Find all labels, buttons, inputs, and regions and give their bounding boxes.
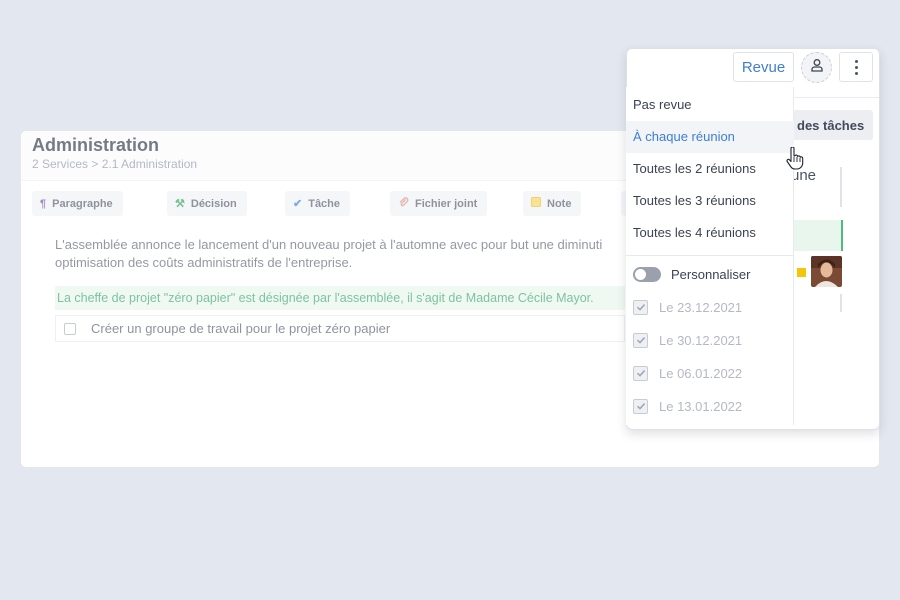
date-option: Le 13.01.2022: [633, 397, 742, 415]
option-pas-revue[interactable]: Pas revue: [626, 89, 794, 121]
date-label: Le 06.01.2022: [659, 365, 743, 381]
personnaliser-row[interactable]: Personnaliser: [633, 265, 751, 283]
note-marker: [797, 268, 806, 277]
option-toutes-les-3-reunions[interactable]: Toutes les 3 réunions: [626, 185, 794, 217]
task-label: Créer un groupe de travail pour le proje…: [91, 321, 391, 336]
paragraph-line: optimisation des coûts administratifs de…: [55, 255, 353, 270]
vertical-dots-icon: [854, 59, 858, 75]
option-a-chaque-reunion[interactable]: À chaque réunion: [626, 121, 794, 153]
paragraph-block[interactable]: L'assemblée annonce le lancement d'un no…: [55, 236, 645, 272]
check-icon: ✔: [293, 198, 303, 210]
revue-button[interactable]: Revue: [733, 52, 794, 82]
decision-highlight: [791, 220, 843, 251]
user-avatar[interactable]: [811, 256, 842, 287]
personnaliser-toggle[interactable]: [633, 266, 661, 282]
assign-user-button[interactable]: [801, 52, 832, 83]
review-frequency-dropdown: Pas revue À chaque réunion Toutes les 2 …: [626, 87, 794, 425]
decision-button[interactable]: ⚒ Décision: [167, 191, 247, 216]
date-label: Le 13.01.2022: [659, 398, 743, 414]
personnaliser-label: Personnaliser: [671, 266, 751, 282]
checkbox-checked-icon: [633, 398, 648, 414]
task-button-label: Tâche: [308, 197, 341, 210]
option-toutes-les-2-reunions[interactable]: Toutes les 2 réunions: [626, 153, 794, 185]
dropdown-divider: [626, 255, 794, 256]
breadcrumb[interactable]: 2 Services > 2.1 Administration: [32, 157, 197, 171]
checkbox-checked-icon: [633, 299, 648, 315]
date-option: Le 23.12.2021: [633, 298, 742, 316]
gavel-icon: ⚒: [175, 198, 185, 210]
note-button[interactable]: Note: [523, 191, 582, 216]
decision-button-label: Décision: [190, 197, 237, 210]
date-label: Le 30.12.2021: [659, 332, 743, 348]
paragraph-button[interactable]: ¶ Paragraphe: [32, 191, 123, 216]
paragraph-line: L'assemblée annonce le lancement d'un no…: [55, 237, 603, 252]
option-toutes-les-4-reunions[interactable]: Toutes les 4 réunions: [626, 217, 794, 249]
tasks-tab[interactable]: des tâches: [793, 110, 873, 140]
decision-item[interactable]: La cheffe de projet "zéro papier" est dé…: [55, 286, 625, 310]
paragraph-button-label: Paragraphe: [52, 197, 113, 210]
task-checkbox[interactable]: [64, 322, 76, 335]
task-item[interactable]: Créer un groupe de travail pour le proje…: [55, 315, 625, 342]
date-option: Le 06.01.2022: [633, 364, 742, 382]
side-divider: [840, 294, 842, 312]
date-label: Le 23.12.2021: [659, 299, 743, 315]
attachment-button-label: Fichier joint: [415, 197, 478, 210]
checkbox-checked-icon: [633, 332, 648, 348]
user-icon: [810, 58, 824, 77]
note-icon: [531, 197, 541, 210]
page-title: Administration: [32, 135, 160, 155]
checkbox-checked-icon: [633, 365, 648, 381]
hand-cursor-icon: [786, 146, 804, 176]
pilcrow-icon: ¶: [40, 197, 47, 210]
date-option: Le 30.12.2021: [633, 331, 742, 349]
task-button[interactable]: ✔ Tâche: [285, 191, 351, 216]
side-divider: [840, 167, 842, 207]
attachment-button[interactable]: Fichier joint: [390, 191, 488, 216]
note-button-label: Note: [547, 197, 572, 210]
more-options-button[interactable]: [839, 52, 873, 82]
paperclip-icon: [398, 196, 409, 211]
